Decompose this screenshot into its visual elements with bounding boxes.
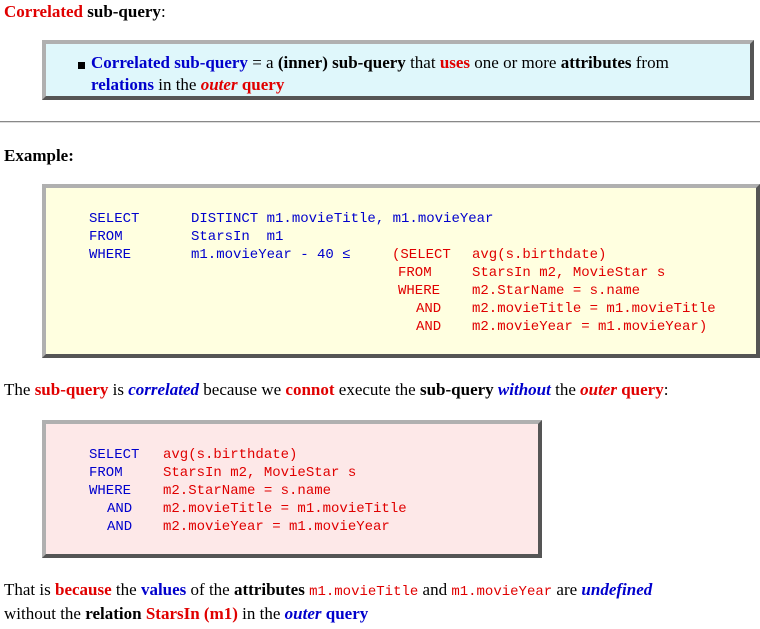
definition-text: Correlated sub-query = a (inner) sub-que… (91, 52, 751, 96)
definition-box: Correlated sub-query = a (inner) sub-que… (42, 40, 754, 100)
explain-text: outer (580, 380, 617, 399)
def-text: relations (91, 75, 154, 94)
sql-keyword: FROM (89, 229, 123, 245)
sql-clause: m2.movieYear = m1.movieYear (163, 519, 390, 535)
bullet-icon (78, 62, 85, 69)
def-text: that (405, 53, 440, 72)
sql-clause: avg(s.birthdate) (163, 447, 298, 463)
sql-clause: m1.movieYear - 40 ≤ (191, 247, 351, 263)
def-text: outer (200, 75, 238, 94)
final-text: without the (4, 604, 86, 623)
sql-clause: m2.movieTitle = m1.movieTitle (163, 501, 407, 517)
subquery-keyword: AND (416, 301, 442, 317)
inline-code: m1.movieTitle (309, 584, 419, 600)
def-term: Correlated sub-query (91, 53, 248, 72)
sql-clause: StarsIn m2, MovieStar s (163, 465, 357, 481)
explain-text: the (550, 380, 581, 399)
final-text: That is (4, 580, 55, 599)
final-text: the (111, 580, 141, 599)
explain-text: because we (199, 380, 286, 399)
final-text: StarsIn (m1) (145, 604, 238, 623)
final-text: and (418, 580, 452, 599)
explain-text: execute the (334, 380, 420, 399)
heading-correlated: Correlated (4, 2, 83, 21)
sql-clause: DISTINCT m1.movieTitle, m1.movieYear (191, 211, 494, 227)
final-text: in the (237, 604, 285, 623)
sql-example-box: SELECT DISTINCT m1.movieTitle, m1.movieY… (42, 184, 760, 358)
explain-text: query (621, 380, 664, 399)
inline-code: m1.movieYear (451, 584, 553, 600)
final-text: undefined (581, 580, 653, 599)
subquery-clause: m2.movieYear = m1.movieYear) (472, 319, 708, 335)
final-text: relation (85, 604, 142, 623)
def-text: = a (247, 53, 278, 72)
heading-subquery: sub-query (83, 2, 161, 21)
example-label: Example: (4, 146, 74, 165)
def-text: sub-query (332, 53, 406, 72)
final-text: attributes (233, 580, 305, 599)
subquery-clause: m2.StarName = s.name (472, 283, 641, 299)
final-text: values (140, 580, 187, 599)
explain-text: : (663, 380, 669, 399)
explain-text: without (497, 380, 551, 399)
explain-text: is (108, 380, 129, 399)
def-text: query (237, 75, 285, 94)
sql-keyword: FROM (89, 465, 123, 481)
sql-keyword: WHERE (89, 483, 132, 499)
def-text: uses (439, 53, 471, 72)
final-text: query (325, 604, 369, 623)
sql-keyword: SELECT (89, 447, 140, 463)
horizontal-divider (0, 121, 760, 123)
sql-clause: StarsIn m1 (191, 229, 284, 245)
final-text: of the (186, 580, 234, 599)
subquery-clause: avg(s.birthdate) (472, 247, 607, 263)
sql-keyword: AND (107, 519, 133, 535)
subquery-keyword: WHERE (398, 283, 441, 299)
explain-text: The (4, 380, 35, 399)
sql-keyword: SELECT (89, 211, 140, 227)
sql-clause: m2.StarName = s.name (163, 483, 332, 499)
section-heading: Correlated sub-query: (4, 2, 166, 22)
def-text: in the (153, 75, 201, 94)
subquery-keyword: (SELECT (392, 247, 451, 263)
subquery-keyword: AND (416, 319, 442, 335)
def-text: (inner) (277, 53, 328, 72)
explain-text: sub-query (419, 380, 494, 399)
sql-keyword: AND (107, 501, 133, 517)
final-text: are (552, 580, 582, 599)
sql-keyword: WHERE (89, 247, 132, 263)
def-text: from (631, 53, 669, 72)
heading-colon: : (160, 2, 166, 21)
final-text: outer (284, 604, 322, 623)
explain-text: correlated (128, 380, 200, 399)
subquery-keyword: FROM (398, 265, 432, 281)
subquery-clause: m2.movieTitle = m1.movieTitle (472, 301, 716, 317)
subquery-clause: StarsIn m2, MovieStar s (472, 265, 666, 281)
def-text: attributes (560, 53, 632, 72)
explain-text: connot (285, 380, 335, 399)
sql-subquery-box: SELECT avg(s.birthdate) FROM StarsIn m2,… (42, 420, 542, 558)
explanation-text: The sub-query is correlated because we c… (4, 380, 668, 400)
conclusion-text: That is because the values of the attrib… (4, 579, 754, 625)
def-text: one or more (470, 53, 561, 72)
final-text: because (55, 580, 112, 599)
explain-text: sub-query (34, 380, 109, 399)
